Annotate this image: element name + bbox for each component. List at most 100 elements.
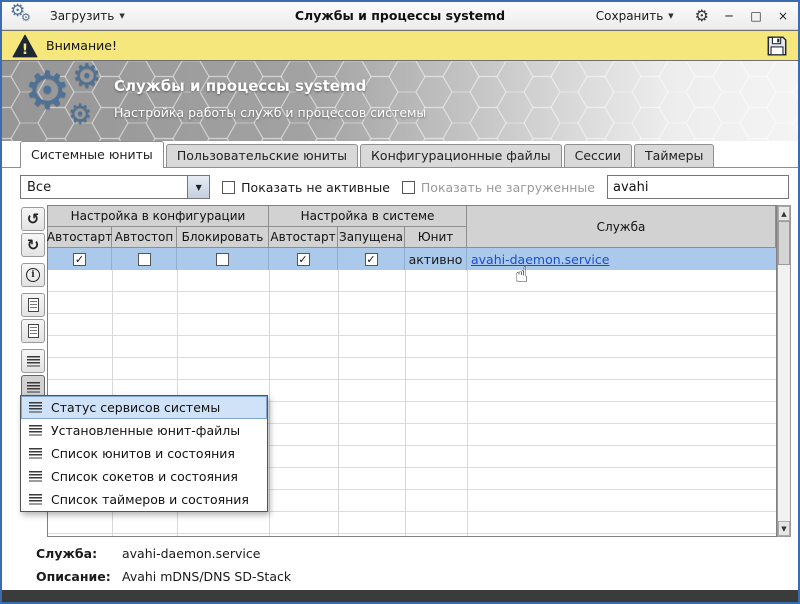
scroll-down-button[interactable]: ▼ <box>778 521 790 536</box>
description-label: Описание: <box>36 569 122 584</box>
menu-item-label: Установленные юнит-файлы <box>51 423 240 438</box>
combobox-dropdown-button[interactable]: ▼ <box>187 176 209 198</box>
description-row: Описание: Avahi mDNS/DNS SD-Stack <box>36 569 291 584</box>
save-file-icon[interactable] <box>766 35 788 57</box>
save-button-label: Сохранить <box>596 9 664 23</box>
gear-icon: ⚙ <box>24 65 71 117</box>
checkbox-box[interactable] <box>222 181 235 194</box>
cell-autostart-system <box>269 248 338 270</box>
checkbox-label: Показать не загруженные <box>421 180 595 195</box>
save-button[interactable]: Сохранить ▼ <box>588 6 682 26</box>
show-inactive-checkbox[interactable]: Показать не активные <box>222 180 390 195</box>
titlebar-right: Сохранить ▼ ⚙ ─ □ × <box>588 6 790 26</box>
filter-combobox[interactable]: Все ▼ <box>20 175 210 199</box>
edit-document-button[interactable] <box>21 319 45 343</box>
checkbox-box[interactable] <box>297 253 310 266</box>
column-header-running: Запущена <box>338 227 405 248</box>
scrollbar-thumb[interactable] <box>778 221 790 265</box>
svg-text:!: ! <box>22 42 28 58</box>
menu-item-label: Список сокетов и состояния <box>51 469 238 484</box>
menu-item-label: Статус сервисов системы <box>51 400 220 415</box>
tab-sessions[interactable]: Сессии <box>564 144 632 167</box>
tab-bar: Системные юниты Пользовательские юниты К… <box>2 141 798 168</box>
page-subtitle: Настройка работы служб и процессов систе… <box>114 105 426 120</box>
menu-item-units-list[interactable]: Список юнитов и состояния <box>21 442 267 465</box>
column-header-service: Служба <box>467 206 776 248</box>
document-button[interactable] <box>21 293 45 317</box>
chevron-down-icon: ▼ <box>668 12 673 20</box>
info-button[interactable]: i <box>21 263 45 287</box>
checkbox-box[interactable] <box>365 253 378 266</box>
service-label: Служба: <box>36 546 122 561</box>
cell-autostart-config <box>48 248 112 270</box>
hand-cursor-icon: ☝ <box>515 263 528 288</box>
page-title: Службы и процессы systemd <box>114 77 366 95</box>
service-value: avahi-daemon.service <box>122 546 260 561</box>
checkbox-box[interactable] <box>402 181 415 194</box>
cell-running <box>338 248 405 270</box>
menu-item-timers-list[interactable]: Список таймеров и состояния <box>21 488 267 511</box>
gear-icon: ⚙ <box>68 101 92 128</box>
list-icon <box>29 448 42 459</box>
column-header-block: Блокировать <box>177 227 269 248</box>
close-button[interactable]: × <box>776 10 790 22</box>
app-header: ⚙ ⚙ ⚙ Службы и процессы systemd Настройк… <box>2 61 798 141</box>
chevron-down-icon: ▼ <box>119 12 124 20</box>
window-title: Службы и процессы systemd <box>295 8 505 23</box>
tab-system-units[interactable]: Системные юниты <box>20 141 164 168</box>
app-window: ⚙ ⚙ Загрузить ▼ Службы и процессы system… <box>0 0 800 604</box>
column-group-system: Настройка в системе <box>269 206 467 227</box>
tab-user-units[interactable]: Пользовательские юниты <box>166 144 358 167</box>
combobox-value: Все <box>21 180 187 195</box>
column-header-autostop: Автостоп <box>112 227 177 248</box>
column-header-autostart-config: Автостарт <box>48 227 112 248</box>
info-icon: i <box>26 268 40 282</box>
table-row[interactable]: активно avahi-daemon.service <box>48 248 776 270</box>
tab-config-files[interactable]: Конфигурационные файлы <box>360 144 562 167</box>
load-button[interactable]: Загрузить ▼ <box>42 6 133 26</box>
checkbox-box[interactable] <box>73 253 86 266</box>
menu-item-label: Список юнитов и состояния <box>51 446 235 461</box>
settings-gear-icon[interactable]: ⚙ <box>695 8 709 24</box>
filter-bar: Все ▼ Показать не активные Показать не з… <box>2 169 798 205</box>
refresh-icon: ↻ <box>27 238 40 253</box>
app-gears-icon: ⚙ ⚙ <box>10 5 32 27</box>
checkbox-label: Показать не активные <box>241 180 390 195</box>
menu-item-label: Список таймеров и состояния <box>51 492 249 507</box>
list-icon <box>29 471 42 482</box>
list-icon <box>29 402 42 413</box>
warning-bar: ! Внимание! <box>2 30 798 61</box>
tab-timers[interactable]: Таймеры <box>634 144 714 167</box>
refresh-button[interactable]: ↻ <box>21 233 45 257</box>
column-header-autostart-system: Автостарт <box>269 227 338 248</box>
warning-text: Внимание! <box>46 38 117 53</box>
log-list-button[interactable] <box>21 349 45 373</box>
show-unloaded-checkbox[interactable]: Показать не загруженные <box>402 180 595 195</box>
history-button[interactable]: ↺ <box>21 207 45 231</box>
list-icon <box>29 494 42 505</box>
document-icon <box>28 298 39 312</box>
history-icon: ↺ <box>27 212 40 227</box>
search-input[interactable] <box>607 175 789 199</box>
menu-item-sockets-list[interactable]: Список сокетов и состояния <box>21 465 267 488</box>
cell-block <box>177 248 269 270</box>
hexagon-pattern <box>2 61 798 141</box>
titlebar: ⚙ ⚙ Загрузить ▼ Службы и процессы system… <box>2 2 798 30</box>
column-header-unit: Юнит <box>405 227 467 248</box>
scroll-up-button[interactable]: ▲ <box>778 206 790 221</box>
load-button-label: Загрузить <box>50 9 114 23</box>
bottom-panel <box>2 590 798 602</box>
gear-icon: ⚙ <box>21 12 31 23</box>
menu-item-installed-unit-files[interactable]: Установленные юнит-файлы <box>21 419 267 442</box>
vertical-scrollbar[interactable]: ▲ ▼ <box>777 205 791 537</box>
checkbox-box[interactable] <box>138 253 151 266</box>
arrow-down-icon: ▼ <box>196 183 202 192</box>
checkbox-box[interactable] <box>216 253 229 266</box>
maximize-button[interactable]: □ <box>749 10 763 22</box>
service-link[interactable]: avahi-daemon.service <box>471 252 609 267</box>
gear-icon: ⚙ <box>72 61 102 92</box>
menu-item-services-status[interactable]: Статус сервисов системы <box>21 396 267 419</box>
column-group-config: Настройка в конфигурации <box>48 206 269 227</box>
warning-icon: ! <box>12 34 38 58</box>
minimize-button[interactable]: ─ <box>722 10 736 22</box>
